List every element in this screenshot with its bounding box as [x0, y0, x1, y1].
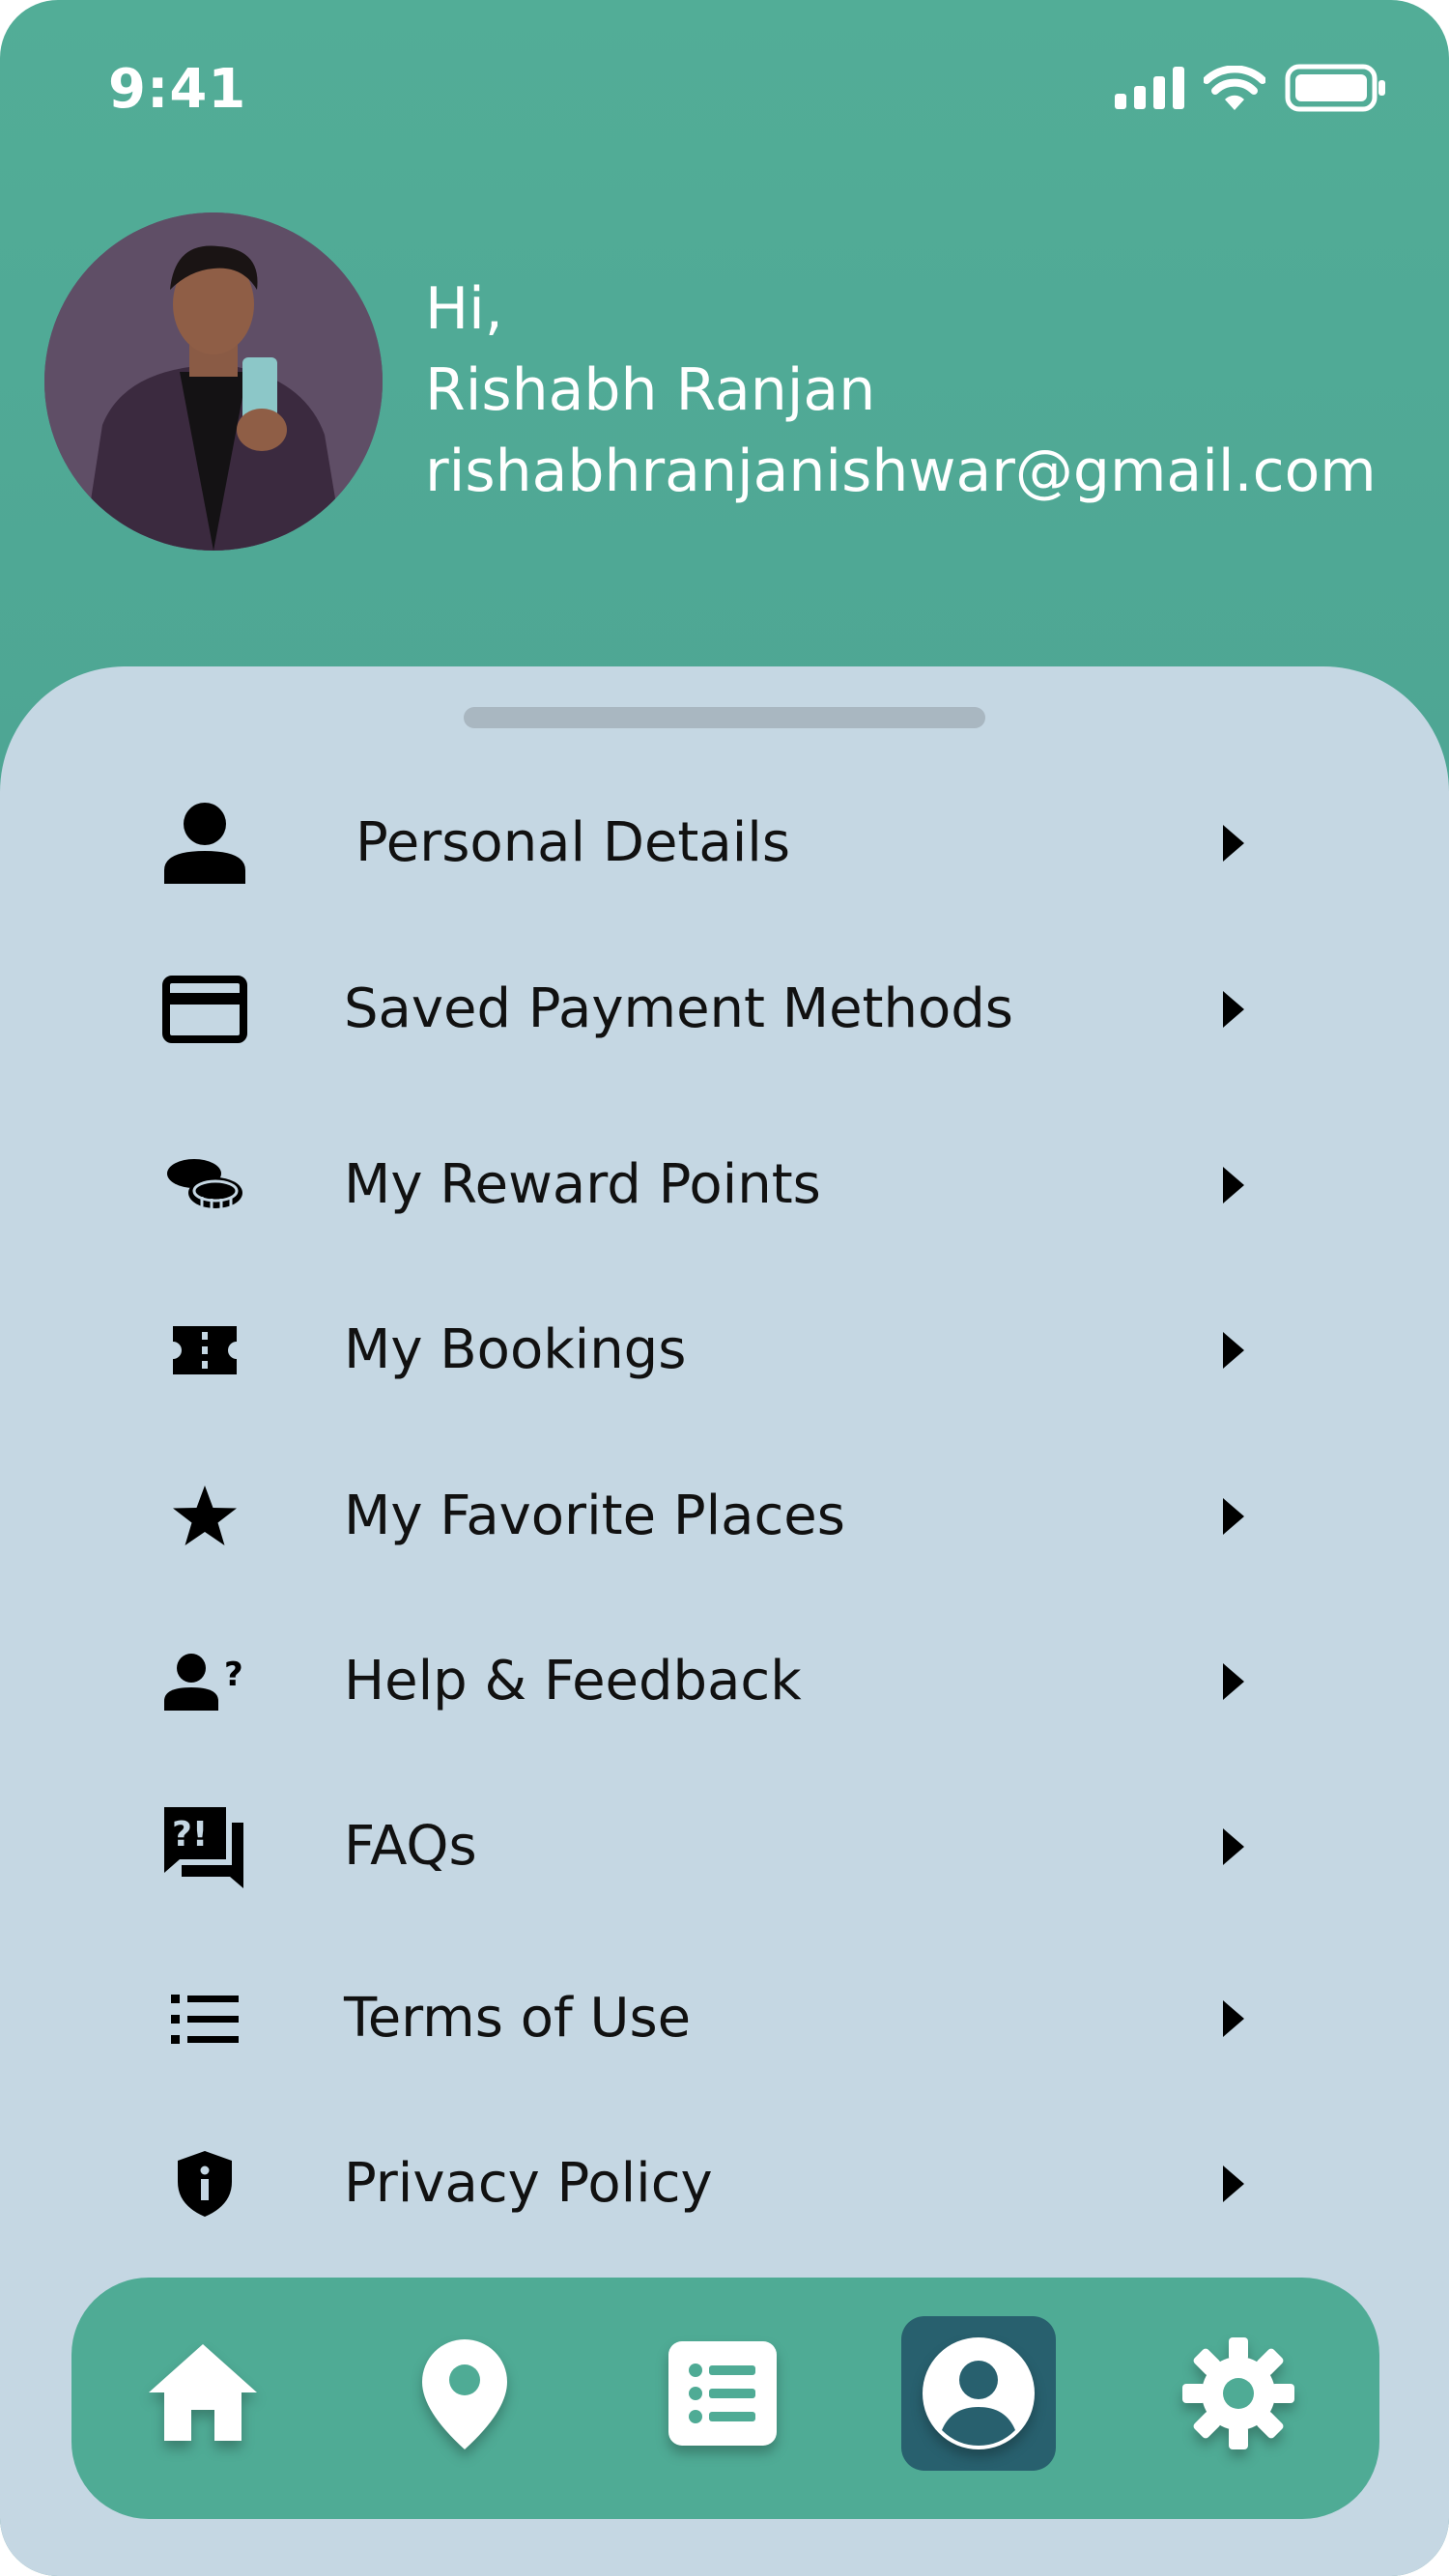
settings-gear-icon: [1182, 2337, 1294, 2449]
list-icon: [156, 1978, 253, 2059]
menu-item-saved-payment-methods[interactable]: Saved Payment Methods: [0, 937, 1449, 1082]
greeting-text: Hi,: [425, 275, 503, 343]
chevron-right-icon: [1223, 1828, 1244, 1865]
battery-icon: [1285, 64, 1385, 112]
wifi-icon: [1204, 66, 1265, 110]
profile-icon: [923, 2337, 1035, 2449]
profile-info: Hi, Rishabh Ranjan rishabhranjanishwar@g…: [425, 269, 1377, 512]
bottom-nav: [71, 2278, 1379, 2519]
menu-item-personal-details[interactable]: Personal Details: [0, 771, 1449, 916]
menu-item-privacy-policy[interactable]: Privacy Policy: [0, 2111, 1449, 2256]
menu-item-help-feedback[interactable]: ? Help & Feedback: [0, 1609, 1449, 1754]
user-name: Rishabh Ranjan: [425, 356, 876, 424]
menu-label: Saved Payment Methods: [344, 977, 1013, 1040]
signal-icon: [1115, 67, 1184, 109]
location-pin-icon: [422, 2339, 507, 2449]
nav-settings[interactable]: [1161, 2316, 1316, 2471]
menu-label: My Reward Points: [344, 1153, 821, 1216]
menu-label: My Favorite Places: [344, 1485, 845, 1547]
menu-item-my-favorite-places[interactable]: My Favorite Places: [0, 1444, 1449, 1589]
shield-info-icon: [156, 2143, 253, 2224]
person-question-icon: ?: [156, 1641, 253, 1722]
chevron-right-icon: [1223, 1332, 1244, 1369]
status-time: 9:41: [108, 58, 247, 121]
drag-handle[interactable]: [464, 707, 985, 728]
coins-icon: [156, 1145, 253, 1226]
status-icons: [1115, 64, 1387, 112]
menu-label: Help & Feedback: [344, 1650, 802, 1713]
home-icon: [149, 2344, 257, 2441]
chevron-right-icon: [1223, 2166, 1244, 2202]
nav-home[interactable]: [126, 2316, 280, 2471]
menu-label: Privacy Policy: [344, 2152, 713, 2215]
star-icon: [156, 1476, 253, 1557]
menu-label: Terms of Use: [344, 1987, 692, 2050]
menu-label: My Bookings: [344, 1318, 687, 1381]
ticket-icon: [156, 1310, 253, 1391]
avatar[interactable]: [44, 212, 383, 551]
menu-item-my-reward-points[interactable]: My Reward Points: [0, 1113, 1449, 1258]
nav-location[interactable]: [387, 2316, 542, 2471]
person-icon: [156, 803, 253, 884]
profile-screen: 9:41 Hi, Rishabh Ranjan rishabhranjanish…: [0, 0, 1449, 2576]
menu-item-faqs[interactable]: ?! FAQs: [0, 1774, 1449, 1919]
faq-chat-icon: ?!: [156, 1806, 253, 1888]
svg-text:?!: ?!: [172, 1815, 208, 1854]
menu-item-terms-of-use[interactable]: Terms of Use: [0, 1946, 1449, 2091]
chevron-right-icon: [1223, 2000, 1244, 2037]
svg-text:?: ?: [224, 1656, 243, 1694]
menu-item-my-bookings[interactable]: My Bookings: [0, 1278, 1449, 1423]
chevron-right-icon: [1223, 1498, 1244, 1535]
menu-label: FAQs: [344, 1815, 477, 1878]
nav-profile[interactable]: [901, 2316, 1056, 2471]
chevron-right-icon: [1223, 1663, 1244, 1700]
nav-list[interactable]: [645, 2316, 800, 2471]
profile-photo: [44, 212, 383, 551]
credit-card-icon: [156, 969, 253, 1050]
list-icon: [668, 2341, 777, 2446]
chevron-right-icon: [1223, 825, 1244, 862]
user-email: rishabhranjanishwar@gmail.com: [425, 438, 1377, 505]
chevron-right-icon: [1223, 1167, 1244, 1203]
chevron-right-icon: [1223, 991, 1244, 1028]
menu-label: Personal Details: [355, 811, 790, 874]
